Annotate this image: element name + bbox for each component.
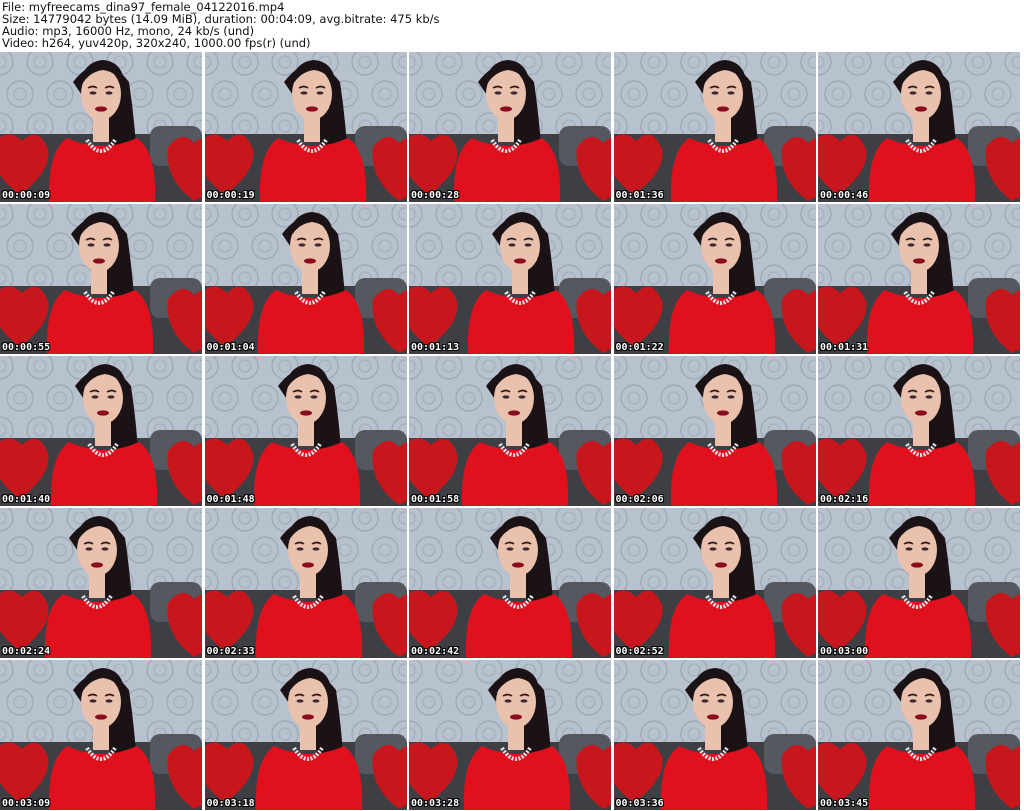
video-frame-thumbnail: 00:01:31 [818,204,1020,354]
frame-image [204,660,407,810]
frame-image [818,660,1020,810]
video-frame-thumbnail: 00:02:24 [0,508,202,658]
frame-timestamp: 00:02:42 [411,646,460,657]
frame-image [818,204,1020,354]
frame-image [204,52,407,202]
frame-image [204,508,407,658]
frame-image [409,660,611,810]
frame-timestamp: 00:01:31 [820,342,869,353]
frame-image [409,508,611,658]
frame-timestamp: 00:03:18 [206,798,255,809]
frame-timestamp: 00:02:33 [206,646,255,657]
video-frame-thumbnail: 00:02:42 [409,508,611,658]
frame-timestamp: 00:01:13 [411,342,460,353]
video-frame-thumbnail: 00:00:19 [204,52,407,202]
video-frame-thumbnail: 00:01:22 [613,204,816,354]
video-frame-thumbnail: 00:01:04 [204,204,407,354]
video-frame-thumbnail: 00:00:55 [0,204,202,354]
frame-image [0,356,202,506]
frame-timestamp: 00:01:36 [615,190,664,201]
frame-image [0,660,202,810]
frame-timestamp: 00:00:46 [820,190,869,201]
frame-image [818,52,1020,202]
frame-timestamp: 00:02:52 [615,646,664,657]
frame-image [613,204,816,354]
frame-timestamp: 00:01:58 [411,494,460,505]
frame-image [613,52,816,202]
video-frame-thumbnail: 00:01:58 [409,356,611,506]
frame-timestamp: 00:03:09 [2,798,51,809]
frame-image [613,356,816,506]
frame-timestamp: 00:02:24 [2,646,51,657]
frame-timestamp: 00:03:00 [820,646,869,657]
frame-timestamp: 00:02:06 [615,494,664,505]
frame-image [204,204,407,354]
frame-timestamp: 00:00:09 [2,190,51,201]
frame-timestamp: 00:03:45 [820,798,869,809]
video-frame-thumbnail: 00:00:28 [409,52,611,202]
frame-image [818,356,1020,506]
frame-image [409,52,611,202]
video-frame-thumbnail: 00:00:46 [818,52,1020,202]
frame-timestamp: 00:00:28 [411,190,460,201]
video-frame-thumbnail: 00:03:09 [0,660,202,810]
frame-image [409,356,611,506]
frame-image [613,660,816,810]
video-frame-thumbnail: 00:03:36 [613,660,816,810]
frame-image [0,508,202,658]
frame-timestamp: 00:01:48 [206,494,255,505]
frame-timestamp: 00:01:40 [2,494,51,505]
frame-image [409,204,611,354]
frame-image [818,508,1020,658]
frame-timestamp: 00:00:55 [2,342,51,353]
frame-image [613,508,816,658]
frame-timestamp: 00:03:28 [411,798,460,809]
frame-image [0,52,202,202]
video-frame-thumbnail: 00:02:33 [204,508,407,658]
frame-timestamp: 00:01:04 [206,342,255,353]
frame-timestamp: 00:01:22 [615,342,664,353]
video-frame-thumbnail: 00:01:40 [0,356,202,506]
video-info-line: Video: h264, yuv420p, 320x240, 1000.00 f… [2,36,311,50]
frame-timestamp: 00:00:19 [206,190,255,201]
video-frame-thumbnail: 00:02:06 [613,356,816,506]
video-frame-thumbnail: 00:03:45 [818,660,1020,810]
video-frame-thumbnail: 00:01:48 [204,356,407,506]
video-frame-thumbnail: 00:00:09 [0,52,202,202]
frame-timestamp: 00:02:16 [820,494,869,505]
frame-timestamp: 00:03:36 [615,798,664,809]
video-frame-thumbnail: 00:03:00 [818,508,1020,658]
frame-image [0,204,202,354]
video-frame-thumbnail: 00:02:52 [613,508,816,658]
video-frame-thumbnail: 00:03:28 [409,660,611,810]
file-info-header: File: myfreecams_dina97_female_04122016.… [0,0,1024,50]
frame-image [204,356,407,506]
video-frame-thumbnail: 00:02:16 [818,356,1020,506]
video-frame-thumbnail: 00:03:18 [204,660,407,810]
video-frame-thumbnail: 00:01:13 [409,204,611,354]
thumbnail-grid: 00:00:09 00:00:19 00:00:28 00:01:36 00:00:46… [0,52,1024,811]
video-frame-thumbnail: 00:01:36 [613,52,816,202]
